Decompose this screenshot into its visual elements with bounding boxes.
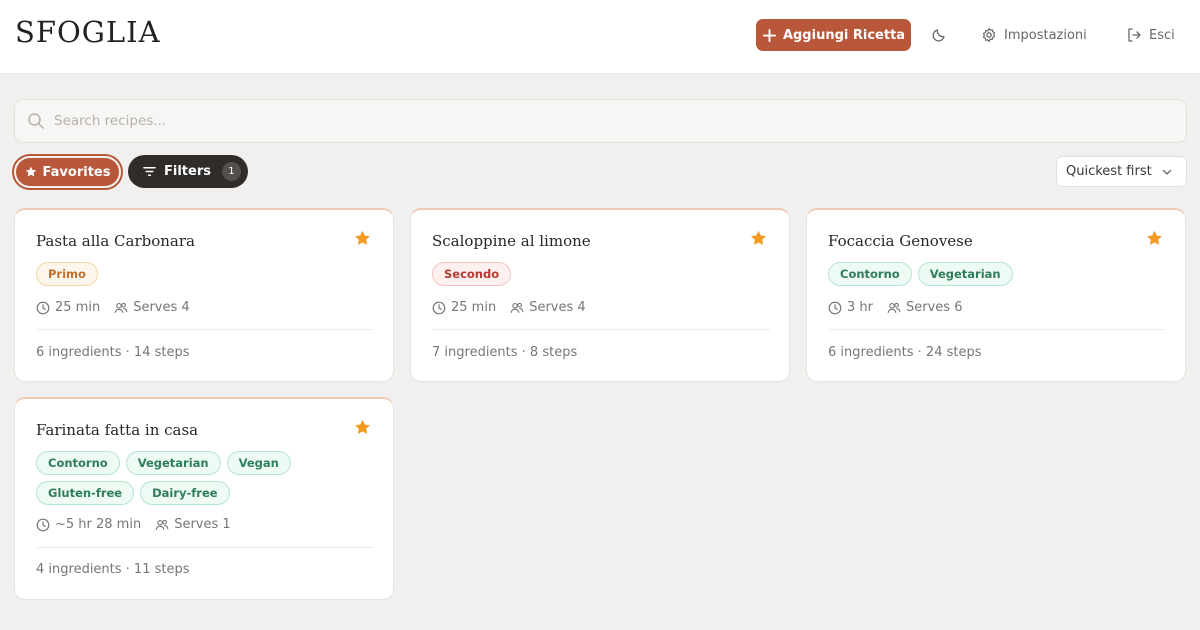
logout-button[interactable]: Esci <box>1126 25 1175 45</box>
star-icon <box>25 166 36 177</box>
settings-button[interactable]: Impostazioni <box>981 25 1087 45</box>
recipe-time: 3 hr <box>847 300 873 315</box>
recipe-serves: Serves 1 <box>174 517 231 532</box>
recipe-card[interactable]: Farinata fatta in casa Contorno Vegetarian… <box>14 397 394 600</box>
plus-icon <box>762 28 776 42</box>
recipe-serves: Serves 4 <box>529 300 586 315</box>
recipe-tags: Contorno Vegetarian <box>828 262 1173 286</box>
chevron-down-icon <box>1162 169 1171 175</box>
recipe-tag: Dairy-free <box>140 481 230 505</box>
favorite-star-icon[interactable] <box>1146 230 1163 247</box>
filters-button[interactable]: Filters 1 <box>128 155 248 188</box>
filters-count-badge: 1 <box>221 162 241 181</box>
users-icon <box>114 302 128 313</box>
gear-icon <box>982 27 996 43</box>
recipe-summary: 6 ingredients · 24 steps <box>828 345 982 360</box>
recipe-time: ~5 hr 28 min <box>55 517 142 532</box>
recipe-time: 25 min <box>451 300 497 315</box>
add-recipe-button[interactable]: Aggiungi Ricetta <box>756 19 911 51</box>
moon-icon <box>932 29 945 42</box>
recipe-tag: Vegetarian <box>917 262 1013 286</box>
search-input[interactable] <box>54 113 1154 129</box>
sort-value: Quickest first <box>1066 164 1152 179</box>
logout-icon <box>1128 28 1141 42</box>
settings-label: Impostazioni <box>1004 27 1087 43</box>
top-bar: SFOGLIA Aggiungi Ricetta Impostazioni Es… <box>0 0 1200 74</box>
recipe-meta: 25 min Serves 4 <box>432 300 586 315</box>
recipe-title: Pasta alla Carbonara <box>36 232 195 250</box>
app-logo[interactable]: SFOGLIA <box>15 15 161 49</box>
users-icon <box>510 302 524 313</box>
recipe-summary: 6 ingredients · 14 steps <box>36 345 190 360</box>
recipe-meta: 3 hr Serves 6 <box>828 300 962 315</box>
recipe-tags: Secondo <box>432 262 777 286</box>
recipe-tag: Contorno <box>828 262 912 286</box>
recipe-title: Scaloppine al limone <box>432 232 591 250</box>
favorite-star-icon[interactable] <box>354 419 371 436</box>
card-divider <box>828 329 1166 330</box>
recipe-time: 25 min <box>55 300 101 315</box>
favorite-star-icon[interactable] <box>750 230 767 247</box>
favorites-button[interactable]: Favorites <box>12 154 123 190</box>
recipe-card[interactable]: Focaccia Genovese Contorno Vegetarian 3 hr S… <box>806 208 1186 382</box>
recipe-serves: Serves 6 <box>906 300 963 315</box>
recipe-title: Farinata fatta in casa <box>36 421 199 439</box>
clock-icon <box>432 301 446 314</box>
filters-label: Filters <box>164 164 211 179</box>
recipe-card[interactable]: Scaloppine al limone Secondo 25 min Serves … <box>410 208 790 382</box>
recipe-tags: Primo <box>36 262 381 286</box>
clock-icon <box>36 518 50 531</box>
card-divider <box>36 329 374 330</box>
sort-select[interactable]: Quickest first <box>1056 156 1187 187</box>
recipe-card[interactable]: Pasta alla Carbonara Primo 25 min Serves 4 6… <box>14 208 394 382</box>
recipe-summary: 7 ingredients · 8 steps <box>432 345 578 360</box>
recipe-title: Focaccia Genovese <box>828 232 973 250</box>
favorite-star-icon[interactable] <box>354 230 371 247</box>
clock-icon <box>36 301 50 314</box>
logout-label: Esci <box>1149 27 1175 43</box>
users-icon <box>887 302 901 313</box>
recipe-tag: Contorno <box>36 451 120 475</box>
favorites-label: Favorites <box>42 164 111 180</box>
recipe-tag: Vegan <box>226 451 291 475</box>
filter-icon <box>143 167 156 176</box>
recipe-tag: Secondo <box>432 262 512 286</box>
recipe-tag: Vegetarian <box>125 451 221 475</box>
card-divider <box>36 547 374 548</box>
recipe-serves: Serves 4 <box>133 300 190 315</box>
favorites-button-inner: Favorites <box>16 158 119 186</box>
search-bar <box>14 99 1187 143</box>
users-icon <box>155 519 169 530</box>
recipe-summary: 4 ingredients · 11 steps <box>36 562 190 577</box>
recipe-tags: Contorno Vegetarian Vegan Gluten-free Dairy-… <box>36 451 381 505</box>
add-recipe-label: Aggiungi Ricetta <box>782 27 906 43</box>
card-divider <box>432 329 770 330</box>
theme-toggle-button[interactable] <box>931 25 947 45</box>
recipe-tag: Gluten-free <box>36 481 135 505</box>
clock-icon <box>828 301 842 314</box>
recipe-meta: 25 min Serves 4 <box>36 300 190 315</box>
recipe-meta: ~5 hr 28 min Serves 1 <box>36 517 231 532</box>
recipe-tag: Primo <box>36 262 98 286</box>
search-icon <box>28 113 44 129</box>
